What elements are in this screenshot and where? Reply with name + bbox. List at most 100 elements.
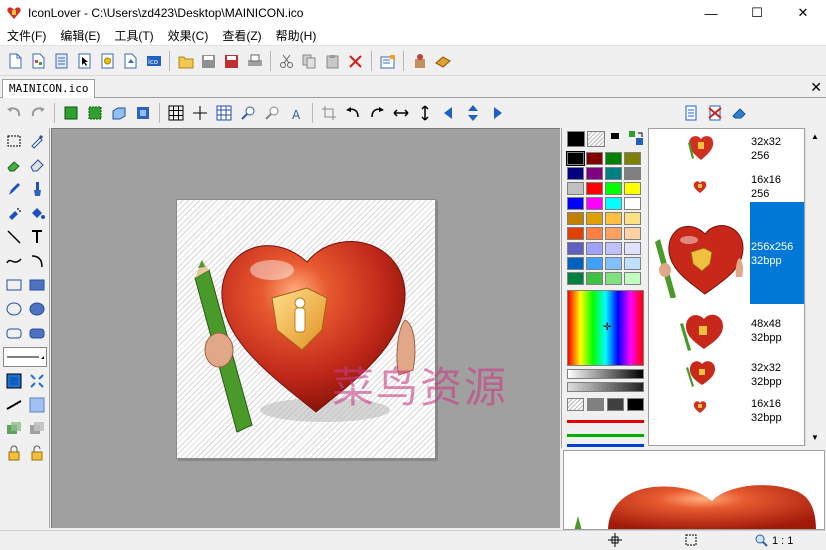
filled-rectangle-icon[interactable]: [26, 274, 48, 296]
cut-icon[interactable]: [275, 50, 298, 72]
close-tab-icon[interactable]: ✕: [810, 78, 822, 96]
palette-swatch[interactable]: [586, 212, 603, 225]
palette-swatch[interactable]: [624, 167, 641, 180]
palette-swatch[interactable]: [586, 227, 603, 240]
palette-swatch[interactable]: [586, 197, 603, 210]
layer-copy-icon[interactable]: [26, 418, 48, 440]
rectangle-icon[interactable]: [3, 274, 25, 296]
format-item[interactable]: 48x48 32bpp: [649, 307, 804, 355]
menu-view[interactable]: 查看(Z): [215, 26, 268, 46]
new-library-icon[interactable]: [50, 50, 73, 72]
foreground-color-swatch[interactable]: [567, 131, 585, 147]
palette-swatch[interactable]: [624, 197, 641, 210]
print-icon[interactable]: [243, 50, 266, 72]
background-color-swatch[interactable]: [587, 131, 605, 147]
library-book-icon[interactable]: [431, 50, 454, 72]
crosshair-icon[interactable]: [188, 101, 212, 125]
transparent-swatch[interactable]: [567, 398, 584, 411]
eyedropper-icon[interactable]: [26, 130, 48, 152]
rotate-left-icon[interactable]: [341, 101, 365, 125]
gradient-icon[interactable]: [26, 394, 48, 416]
palette-swatch[interactable]: [586, 242, 603, 255]
properties-icon[interactable]: [376, 50, 399, 72]
menu-file[interactable]: 文件(F): [0, 26, 53, 46]
palette-swatch[interactable]: [586, 152, 603, 165]
rect-select-icon[interactable]: [3, 130, 25, 152]
fill-mode-icon[interactable]: [3, 370, 25, 392]
grid-icon[interactable]: [164, 101, 188, 125]
format-item[interactable]: 16x16 32bpp: [649, 393, 804, 425]
delete-icon[interactable]: [344, 50, 367, 72]
color-spectrum-picker[interactable]: ✛: [567, 290, 644, 366]
palette-swatch[interactable]: [586, 182, 603, 195]
format-item[interactable]: 32x32 32bpp: [649, 355, 804, 391]
blue-channel-slider[interactable]: [567, 444, 644, 447]
new-animated-icon[interactable]: [96, 50, 119, 72]
minimize-button[interactable]: —: [688, 0, 734, 26]
palette-swatch[interactable]: [624, 227, 641, 240]
scroll-down-icon[interactable]: ▼: [811, 433, 819, 442]
dark-gray-swatch[interactable]: [607, 398, 624, 411]
menu-tools[interactable]: 工具(T): [107, 26, 160, 46]
maximize-button[interactable]: ☐: [734, 0, 780, 26]
gray-swatch[interactable]: [587, 398, 604, 411]
rounded-rect-icon[interactable]: [3, 322, 25, 344]
delete-format-icon[interactable]: [703, 101, 727, 125]
document-tab[interactable]: MAINICON.ico: [2, 79, 96, 98]
unlock-icon[interactable]: [26, 442, 48, 464]
palette-swatch[interactable]: [567, 242, 584, 255]
arc-icon[interactable]: [26, 250, 48, 272]
zoom-out-icon[interactable]: [260, 101, 284, 125]
alpha-slider[interactable]: [567, 382, 644, 392]
scroll-up-icon[interactable]: ▲: [811, 132, 819, 141]
format-item[interactable]: 16x16 256: [649, 173, 804, 201]
close-button[interactable]: ✕: [780, 0, 826, 26]
undo-icon[interactable]: [2, 101, 26, 125]
palette-swatch[interactable]: [605, 242, 622, 255]
palette-swatch[interactable]: [605, 152, 622, 165]
formats-scrollbar[interactable]: ▲ ▼: [805, 128, 824, 446]
palette-swatch[interactable]: [605, 227, 622, 240]
palette-swatch[interactable]: [567, 167, 584, 180]
black-swatch[interactable]: [627, 398, 644, 411]
new-image-icon[interactable]: [27, 50, 50, 72]
palette-swatch[interactable]: [605, 167, 622, 180]
mask-icon[interactable]: [83, 101, 107, 125]
extract-icon[interactable]: [408, 50, 431, 72]
palette-swatch[interactable]: [586, 167, 603, 180]
palette-swatch[interactable]: [605, 212, 622, 225]
format-item-selected[interactable]: 256x256 32bpp: [649, 202, 804, 304]
green-channel-slider[interactable]: [567, 434, 644, 437]
paste-icon[interactable]: [321, 50, 344, 72]
3d-box-icon[interactable]: [107, 101, 131, 125]
palette-swatch[interactable]: [567, 272, 584, 285]
reset-colors-icon[interactable]: [628, 130, 644, 149]
palette-swatch[interactable]: [605, 197, 622, 210]
palette-swatch[interactable]: [567, 197, 584, 210]
line-icon[interactable]: [3, 226, 25, 248]
curve-icon[interactable]: [3, 250, 25, 272]
flip-vertical-icon[interactable]: [413, 101, 437, 125]
new-file-icon[interactable]: [4, 50, 27, 72]
line-width-selector[interactable]: [3, 347, 47, 367]
palette-swatch[interactable]: [624, 272, 641, 285]
editing-canvas-area[interactable]: 菜鸟资源: [51, 128, 560, 528]
pixel-grid-icon[interactable]: [212, 101, 236, 125]
redo-icon[interactable]: [26, 101, 50, 125]
palette-swatch[interactable]: [566, 151, 585, 166]
palette-swatch[interactable]: [624, 242, 641, 255]
brush-icon[interactable]: [26, 178, 48, 200]
color-eraser-icon[interactable]: [26, 154, 48, 176]
palette-swatch[interactable]: [605, 257, 622, 270]
palette-swatch[interactable]: [567, 227, 584, 240]
filled-ellipse-icon[interactable]: [26, 298, 48, 320]
menu-effects[interactable]: 效果(C): [161, 26, 216, 46]
palette-swatch[interactable]: [624, 152, 641, 165]
text-zoom-icon[interactable]: A: [284, 101, 308, 125]
move-right-icon[interactable]: [485, 101, 509, 125]
airbrush-icon[interactable]: [3, 202, 25, 224]
rotate-right-icon[interactable]: [365, 101, 389, 125]
flip-horizontal-icon[interactable]: [389, 101, 413, 125]
palette-swatch[interactable]: [624, 182, 641, 195]
menu-edit[interactable]: 编辑(E): [53, 26, 107, 46]
